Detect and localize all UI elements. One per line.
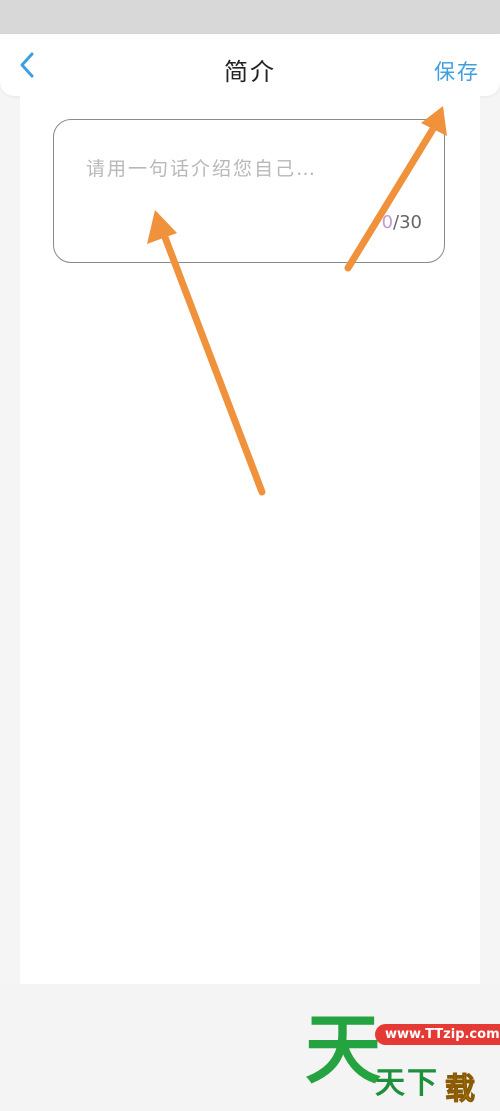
status-bar (0, 0, 500, 34)
page-title: 简介 (224, 58, 276, 86)
watermark-big-char: 天 (305, 1005, 381, 1094)
intro-textbox[interactable]: 0/30 (53, 119, 445, 263)
watermark-badge: 载 (445, 1072, 476, 1108)
watermark-logo: 天 www.TTzip.com 天下 载 (305, 1005, 500, 1108)
watermark-small-text: 天下 (375, 1066, 439, 1101)
main-content: 0/30 (20, 96, 480, 984)
char-count-current: 0 (381, 212, 394, 233)
save-button[interactable]: 保存 (434, 56, 480, 86)
navigation-bar: 简介 保存 (0, 34, 500, 96)
intro-input[interactable] (84, 150, 418, 188)
char-count-max: /30 (393, 212, 422, 233)
watermark-url: www.TTzip.com (375, 1024, 500, 1045)
char-counter: 0/30 (382, 212, 422, 233)
